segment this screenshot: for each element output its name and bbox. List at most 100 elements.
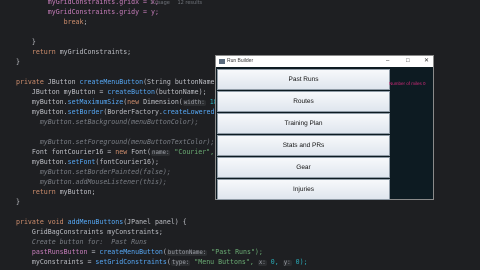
gear-button[interactable]: Gear — [217, 157, 390, 178]
code-token: JButton — [47, 78, 80, 86]
code-token: type: — [170, 260, 191, 266]
code-line[interactable]: Font fontCourier16 = new Font(name: "Cou… — [16, 147, 234, 157]
code-token: (buttonName); — [154, 88, 207, 96]
window-title: Run Builder — [227, 58, 254, 64]
code-token: myButton. — [16, 158, 68, 166]
code-token: myButton; — [55, 188, 96, 196]
code-token: myButton. — [16, 108, 68, 116]
code-token: myButton.addMouseListener(this); — [16, 178, 167, 186]
code-token: myButton.setBackground(menuButtonColor); — [16, 118, 199, 126]
code-token: (JPanel panel) { — [123, 218, 187, 226]
code-token: myButton.setForeground(menuButtonTextCol… — [16, 138, 215, 146]
run-builder-window: Run Builder – □ ✕ Past Runs Routes Train… — [215, 55, 434, 200]
maximize-button[interactable]: □ — [406, 57, 410, 66]
code-token: pastRunsButton — [31, 248, 88, 256]
code-token: 0, — [266, 258, 283, 266]
window-content: Past Runs Routes Training Plan Stats and… — [216, 67, 433, 200]
code-token: new — [127, 98, 144, 106]
code-token: ; — [83, 18, 88, 26]
code-token: setBorder — [67, 108, 104, 116]
code-line[interactable]: myConstraints = setGridConstraints(type:… — [16, 257, 308, 267]
code-token: private — [16, 218, 48, 226]
code-token: } — [16, 58, 20, 66]
code-token: GridBagConstraints myConstraints; — [16, 228, 163, 236]
past-runs-button[interactable]: Past Runs — [217, 69, 390, 90]
code-line[interactable]: myButton.setBackground(menuButtonColor); — [16, 117, 199, 127]
code-token: myGridConstraints.gridy = y; — [16, 8, 159, 16]
code-line[interactable]: myGridConstraints.gridy = y; — [16, 7, 159, 17]
injuries-button[interactable]: Injuries — [217, 179, 390, 200]
code-token: return — [31, 188, 56, 196]
code-token: } — [16, 38, 36, 46]
code-token: 0); — [291, 258, 308, 266]
code-token: Create button for: Past Runs — [16, 238, 148, 246]
stats-and-prs-button[interactable]: Stats and PRs — [217, 135, 390, 156]
code-line[interactable]: myButton.setMaximumSize(new Dimension(wi… — [16, 97, 230, 107]
code-token: Dimension( — [143, 98, 183, 106]
code-token: private — [16, 78, 48, 86]
code-line[interactable]: break; — [16, 17, 88, 27]
code-token: buttonName: — [166, 250, 208, 256]
code-token: = — [87, 248, 100, 256]
code-line[interactable]: GridBagConstraints myConstraints; — [16, 227, 163, 237]
code-token: setFont — [67, 158, 96, 166]
code-line[interactable]: Create button for: Past Runs — [16, 237, 147, 247]
code-line[interactable]: myButton.setFont(fontCourier16); — [16, 157, 159, 167]
code-token: myButton.setBorderPainted(false); — [16, 168, 171, 176]
code-token: createButton — [107, 88, 155, 96]
code-token: (BorderFactory. — [103, 108, 163, 116]
code-line[interactable]: myButton.setBorderPainted(false); — [16, 167, 171, 177]
code-token: x: — [257, 260, 267, 266]
window-titlebar[interactable]: Run Builder – □ ✕ — [216, 56, 433, 67]
code-token: y: — [282, 260, 292, 266]
results-count: 12 results — [177, 0, 203, 6]
code-line[interactable]: JButton myButton = createButton(buttonNa… — [16, 87, 207, 97]
code-line[interactable]: return myButton; — [16, 187, 96, 197]
code-line[interactable]: pastRunsButton = createMenuButton(button… — [16, 247, 263, 257]
code-token: setGridConstraints — [95, 258, 167, 266]
code-token: void — [47, 218, 68, 226]
code-token: width: — [182, 100, 206, 106]
code-token: myGridConstraints.gridx = x; — [16, 0, 159, 6]
code-token: myConstraints = — [16, 258, 96, 266]
code-line[interactable]: myButton.addMouseListener(this); — [16, 177, 167, 187]
code-token: break — [63, 18, 84, 26]
miles-label: Number of miles 0 — [389, 81, 426, 86]
code-token: myGridConstraints; — [55, 48, 132, 56]
code-line[interactable]: } — [16, 57, 20, 67]
training-plan-button[interactable]: Training Plan — [217, 113, 390, 134]
code-token: "Menu Buttons", — [190, 258, 258, 266]
code-token: addMenuButtons — [67, 218, 124, 226]
code-token: return — [31, 48, 56, 56]
close-button[interactable]: ✕ — [424, 57, 429, 66]
code-token: setMaximumSize — [67, 98, 124, 106]
code-token: "Courier", — [170, 148, 219, 156]
code-token: (String buttonName) { — [143, 78, 227, 86]
code-line[interactable]: return myGridConstraints; — [16, 47, 131, 57]
code-token: JButton myButton = — [16, 88, 108, 96]
minimize-button[interactable]: – — [386, 57, 389, 66]
code-token: "Past Runs"); — [207, 248, 263, 256]
code-token: myButton. — [16, 98, 68, 106]
code-line[interactable]: private void addMenuButtons(JPanel panel… — [16, 217, 187, 227]
code-token: createMenuButton — [79, 78, 144, 86]
code-line[interactable]: } — [16, 197, 20, 207]
code-line[interactable]: } — [16, 37, 36, 47]
code-token: name: — [151, 150, 171, 156]
routes-button[interactable]: Routes — [217, 91, 390, 112]
java-app-icon — [219, 59, 225, 64]
code-line[interactable]: myButton.setBorder(BorderFactory.createL… — [16, 107, 227, 117]
code-token: Font fontCourier16 = — [16, 148, 116, 156]
code-token: Font( — [131, 148, 151, 156]
code-token: } — [16, 198, 20, 206]
code-token: createMenuButton — [99, 248, 163, 256]
code-line[interactable]: myGridConstraints.gridx = x; — [16, 0, 159, 7]
code-token: new — [115, 148, 132, 156]
code-line[interactable]: private JButton createMenuButton(String … — [16, 77, 226, 87]
code-line[interactable]: myButton.setForeground(menuButtonTextCol… — [16, 137, 215, 147]
code-token: (fontCourier16); — [95, 158, 159, 166]
